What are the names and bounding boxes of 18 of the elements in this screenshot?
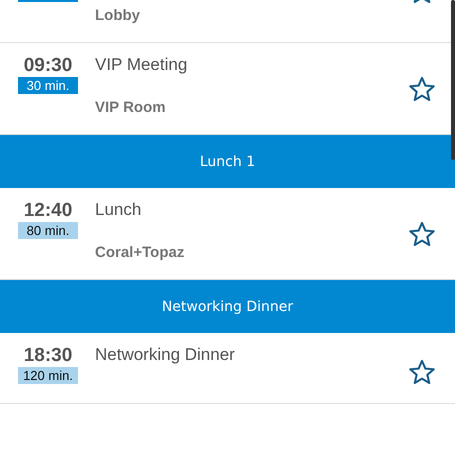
session-title: Networking Dinner: [95, 345, 236, 365]
session-time: 09:30: [24, 55, 72, 77]
section-header: Lunch 1: [0, 135, 455, 188]
session-time: 18:30: [24, 345, 72, 367]
duration-badge: 30 min.: [18, 77, 78, 94]
session-title: Lunch: [95, 200, 142, 220]
star-icon[interactable]: [408, 74, 436, 102]
duration-badge: 120 min.: [18, 367, 78, 384]
section-header: Networking Dinner: [0, 280, 455, 333]
star-icon[interactable]: [408, 358, 436, 386]
session-time: 12:40: [24, 200, 72, 222]
session-title: VIP Meeting: [95, 55, 188, 75]
session-location: VIP Room: [95, 99, 167, 117]
duration-badge: 80 min.: [18, 222, 78, 239]
session-location: Lobby: [95, 7, 141, 25]
scrollbar-thumb[interactable]: [451, 0, 455, 160]
session-location: Coral+Topaz: [95, 244, 186, 262]
star-icon[interactable]: [408, 220, 436, 248]
